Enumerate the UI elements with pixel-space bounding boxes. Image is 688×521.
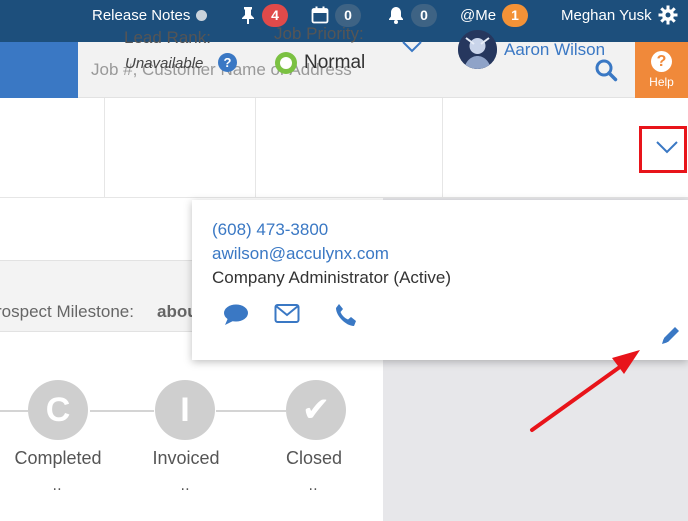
milestone-closed-icon: ✔ <box>286 380 346 440</box>
assigned-user-name[interactable]: Aaron Wilson <box>504 40 605 60</box>
annotation-arrow-icon <box>530 350 640 432</box>
milestone-completed-label: Completed <box>14 448 102 468</box>
divider <box>442 98 443 198</box>
job-info-row <box>0 98 688 198</box>
pin-icon <box>242 7 254 24</box>
milestone-connector <box>216 410 286 412</box>
email-envelope-icon[interactable] <box>274 303 300 325</box>
divider <box>255 98 256 198</box>
milestone-connector <box>90 410 154 412</box>
logo-area[interactable] <box>0 42 78 98</box>
milestone-completed-date: ‥ <box>52 477 64 493</box>
notifications-count-badge: 0 <box>411 3 437 27</box>
mentions-button[interactable]: @Me 1 <box>460 0 529 30</box>
job-priority-value: Normal <box>304 52 366 73</box>
lead-rank-value: Unavailable <box>125 55 204 72</box>
milestone-connector <box>0 410 28 412</box>
search-icon[interactable] <box>594 58 618 82</box>
notifications-button[interactable]: 0 <box>387 0 437 30</box>
user-menu-button[interactable]: Meghan Yusk <box>561 0 678 30</box>
prospect-milestone-label: rospect Milestone: <box>0 302 134 321</box>
release-notes-dot-icon <box>196 9 208 21</box>
milestone-closed-date: ‥ <box>308 477 320 493</box>
current-user-name: Meghan Yusk <box>561 6 652 24</box>
milestone-completed-icon: C <box>28 380 88 440</box>
help-button[interactable]: ? Help <box>635 42 688 98</box>
job-priority-label: Job Priority: <box>274 24 364 43</box>
lead-rank-info-icon[interactable]: ? <box>218 53 237 72</box>
milestone-invoiced-date: ‥ <box>180 477 192 493</box>
mentions-label: @Me <box>460 6 497 24</box>
contact-phone-link[interactable]: (608) 473-3800 <box>212 220 328 240</box>
user-avatar-image <box>458 30 497 69</box>
help-icon: ? <box>651 51 672 72</box>
phone-icon[interactable] <box>333 303 359 329</box>
job-priority-chevron-down-icon[interactable] <box>401 40 423 54</box>
chat-icon[interactable] <box>223 303 249 327</box>
bell-icon <box>389 7 403 24</box>
gear-icon <box>658 5 678 25</box>
help-label: Help <box>649 75 674 89</box>
avatar <box>458 30 497 69</box>
milestone-closed-label: Closed <box>285 448 343 468</box>
contact-email-link[interactable]: awilson@acculynx.com <box>212 244 389 264</box>
divider <box>104 98 105 198</box>
milestone-invoiced-icon: I <box>155 380 215 440</box>
calendar-icon <box>311 6 329 24</box>
lead-rank-label: Lead Rank: <box>124 28 211 47</box>
contact-role-text: Company Administrator (Active) <box>212 268 452 287</box>
milestone-invoiced-label: Invoiced <box>152 448 220 468</box>
priority-status-icon <box>275 52 297 74</box>
release-notes-link[interactable]: Release Notes <box>92 0 208 30</box>
edit-pencil-icon[interactable] <box>660 324 682 346</box>
release-notes-label: Release Notes <box>92 6 191 24</box>
mentions-count-badge: 1 <box>502 3 529 27</box>
user-contact-popover: (608) 473-3800 awilson@acculynx.com Comp… <box>192 200 688 360</box>
user-details-chevron-down-icon[interactable] <box>655 140 679 155</box>
